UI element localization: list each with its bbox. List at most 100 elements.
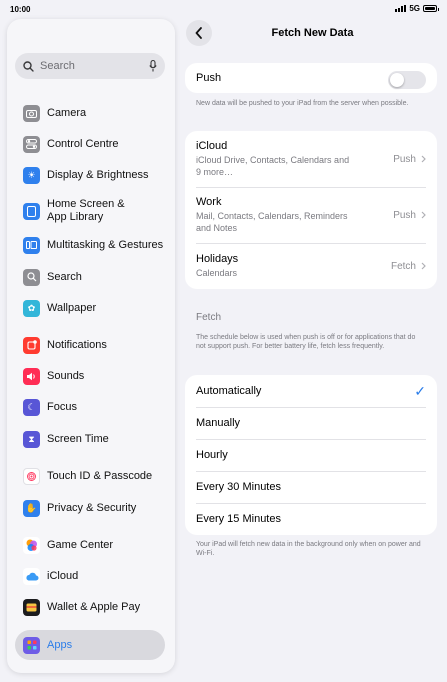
sidebar-item-label: Camera	[47, 107, 87, 119]
chevron-left-icon	[195, 27, 202, 39]
account-value-label: Push	[393, 209, 416, 221]
push-toggle[interactable]	[388, 71, 426, 89]
sidebar-item-wallpaper[interactable]: ✿ Wallpaper	[15, 293, 165, 323]
fetch-option-label: Hourly	[196, 449, 228, 461]
sidebar-item-focus[interactable]: ☾ Focus	[15, 392, 165, 422]
account-detail: iCloud Drive, Contacts, Calendars and 9 …	[196, 155, 350, 177]
sidebar-item-sounds[interactable]: Sounds	[15, 361, 165, 391]
account-value-label: Fetch	[390, 260, 416, 272]
account-row-icloud[interactable]: iCloud iCloud Drive, Contacts, Calendars…	[185, 131, 437, 187]
sidebar-item-label: Wallet & Apple Pay	[47, 601, 141, 613]
sidebar-item-wallet[interactable]: Wallet & Apple Pay	[15, 592, 165, 622]
sidebar-item-label-line1: Home Screen &	[47, 198, 125, 210]
fetch-footnote: Your iPad will fetch new data in the bac…	[196, 541, 421, 557]
sidebar-item-label: Search	[47, 271, 82, 283]
chevron-right-icon	[421, 211, 426, 219]
sidebar-item-label: Focus	[47, 401, 77, 413]
network-label: 5G	[409, 4, 420, 13]
accounts-card: iCloud iCloud Drive, Contacts, Calendars…	[185, 131, 437, 289]
sidebar-item-label: Touch ID & Passcode	[47, 470, 153, 482]
fingerprint-icon	[23, 467, 40, 485]
apps-icon	[23, 636, 40, 654]
account-name: Holidays	[196, 253, 239, 265]
sidebar-item-control-centre[interactable]: Control Centre	[15, 129, 165, 159]
account-value: Push	[393, 210, 426, 221]
sidebar-item-home-screen[interactable]: Home Screen & App Library	[15, 195, 165, 227]
search-placeholder: Search	[40, 60, 75, 72]
fetch-option-manually[interactable]: Manually	[185, 407, 437, 439]
chevron-right-icon	[421, 262, 426, 270]
fetch-option-label: Manually	[196, 417, 241, 429]
sidebar-item-apps[interactable]: Apps	[15, 630, 165, 660]
chevron-right-icon	[421, 155, 426, 163]
sidebar-item-label: Wallpaper	[47, 302, 97, 314]
sidebar-item-touch-id[interactable]: Touch ID & Passcode	[15, 461, 165, 491]
speaker-icon	[23, 367, 40, 385]
game-center-icon	[23, 536, 40, 554]
push-footnote: New data will be pushed to your iPad fro…	[196, 100, 409, 107]
fetch-option-label: Every 30 Minutes	[196, 481, 281, 493]
search-icon	[23, 60, 34, 72]
push-label: Push	[196, 72, 222, 84]
account-value: Fetch	[391, 261, 426, 272]
signal-icon	[395, 5, 407, 12]
fetch-option-label: Every 15 Minutes	[196, 513, 281, 525]
sidebar-item-screen-time[interactable]: ⧗ Screen Time	[15, 424, 165, 454]
fetch-option-hourly[interactable]: Hourly	[185, 439, 437, 471]
home-screen-icon	[23, 202, 40, 220]
sidebar-item-label: Control Centre	[47, 138, 119, 150]
account-info: iCloud iCloud Drive, Contacts, Calendars…	[196, 140, 393, 178]
search-icon	[23, 268, 40, 286]
sidebar-item-display-brightness[interactable]: ☀ Display & Brightness	[15, 160, 165, 190]
back-button[interactable]	[186, 20, 212, 46]
sidebar-item-label: Notifications	[47, 339, 107, 351]
hand-icon: ✋	[23, 499, 40, 517]
sidebar-item-multitasking[interactable]: Multitasking & Gestures	[15, 230, 165, 260]
sidebar-item-label-line2: App Library	[47, 211, 104, 223]
account-name: iCloud	[196, 140, 228, 152]
status-bar: 10:00 5G	[0, 0, 447, 18]
fetch-option-15-minutes[interactable]: Every 15 Minutes	[185, 503, 437, 535]
push-row: Push	[185, 63, 437, 93]
sidebar-item-camera[interactable]: Camera	[15, 98, 165, 128]
checkmark-icon: ✓	[414, 382, 426, 399]
sidebar-item-privacy[interactable]: ✋ Privacy & Security	[15, 493, 165, 523]
account-info: Work Mail, Contacts, Calendars, Reminder…	[196, 196, 393, 234]
account-name: Work	[196, 196, 222, 208]
status-indicators: 5G	[395, 4, 439, 13]
wallet-icon	[23, 598, 40, 616]
hourglass-icon: ⧗	[23, 430, 40, 448]
fetch-section-heading: Fetch	[196, 312, 222, 323]
sidebar-item-label: Home Screen & App Library	[47, 198, 125, 224]
account-detail: Calendars	[196, 268, 238, 278]
sidebar-item-game-center[interactable]: Game Center	[15, 530, 165, 560]
sidebar-item-label: Apps	[47, 639, 73, 651]
sidebar-item-label: Multitasking & Gestures	[47, 239, 164, 251]
battery-icon	[423, 5, 439, 12]
account-value: Push	[393, 154, 426, 165]
account-detail: Mail, Contacts, Calendars, Reminders and…	[196, 211, 348, 233]
push-card: Push	[185, 63, 437, 93]
account-row-work[interactable]: Work Mail, Contacts, Calendars, Reminder…	[185, 187, 437, 243]
search-field[interactable]: Search	[15, 53, 165, 79]
sidebar-item-notifications[interactable]: Notifications	[15, 330, 165, 360]
sidebar-item-label: Sounds	[47, 370, 85, 382]
fetch-description: The schedule below is used when push is …	[196, 334, 416, 350]
page-title: Fetch New Data	[271, 27, 354, 39]
sidebar-item-label: Privacy & Security	[47, 502, 137, 514]
status-time: 10:00	[10, 5, 31, 14]
multitasking-icon	[23, 236, 40, 254]
sidebar-item-icloud[interactable]: iCloud	[15, 561, 165, 591]
account-value-label: Push	[393, 153, 416, 165]
toggle-knob	[390, 73, 404, 87]
microphone-icon[interactable]	[149, 60, 157, 72]
sidebar-item-label: Display & Brightness	[47, 169, 149, 181]
account-info: Holidays Calendars	[196, 253, 391, 279]
sidebar-item-search[interactable]: Search	[15, 262, 165, 292]
sidebar-item-label: Screen Time	[47, 433, 109, 445]
account-row-holidays[interactable]: Holidays Calendars Fetch	[185, 243, 437, 289]
fetch-option-30-minutes[interactable]: Every 30 Minutes	[185, 471, 437, 503]
cloud-icon	[23, 567, 40, 585]
fetch-options-card: Automatically ✓ Manually Hourly Every 30…	[185, 375, 437, 535]
fetch-option-automatically[interactable]: Automatically ✓	[185, 375, 437, 407]
